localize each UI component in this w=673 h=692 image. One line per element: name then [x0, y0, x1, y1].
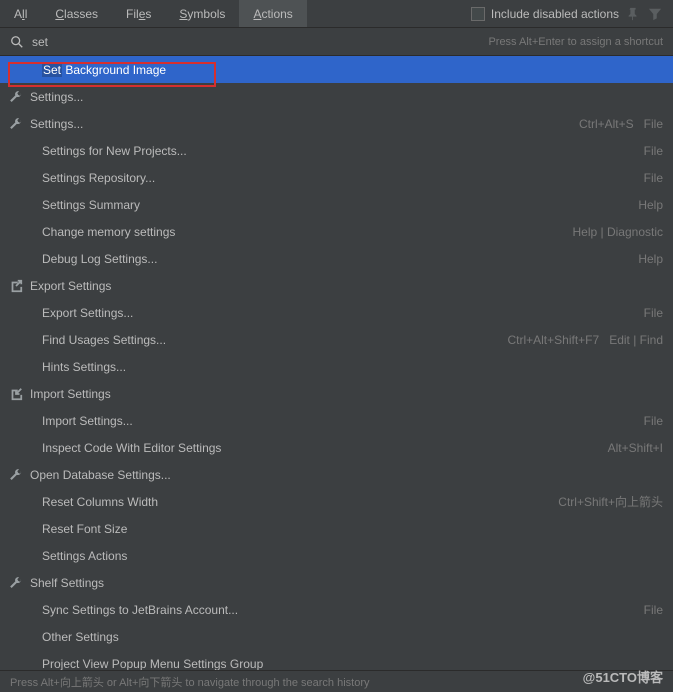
result-item[interactable]: Other Settings: [0, 623, 673, 650]
result-item[interactable]: Hints Settings...: [0, 353, 673, 380]
result-label: Project View Popup Menu Settings Group: [42, 657, 663, 671]
result-context: Help | Diagnostic: [563, 225, 664, 239]
tab-files[interactable]: Files: [112, 0, 165, 27]
result-label: Export Settings: [30, 279, 663, 293]
result-item[interactable]: Settings for New Projects...File: [0, 137, 673, 164]
result-item[interactable]: Find Usages Settings... Ctrl+Alt+Shift+F7…: [0, 326, 673, 353]
tab-classes[interactable]: Classes: [41, 0, 112, 27]
include-disabled-checkbox[interactable]: [471, 7, 485, 21]
result-context: Help: [628, 198, 663, 212]
results-list: Set Background ImageSettings...Settings.…: [0, 56, 673, 677]
watermark: @51CTO博客: [583, 667, 663, 686]
none-icon: [20, 413, 36, 429]
result-label: Settings Actions: [42, 549, 663, 563]
result-context: File: [634, 117, 663, 131]
result-label: Debug Log Settings...: [42, 252, 628, 266]
wrench-icon: [8, 575, 24, 591]
result-context: File: [634, 171, 663, 185]
wrench-icon: [8, 467, 24, 483]
result-item[interactable]: Debug Log Settings...Help: [0, 245, 673, 272]
result-shortcut: Ctrl+Alt+Shift+F7: [507, 333, 599, 347]
result-item[interactable]: Reset Font Size: [0, 515, 673, 542]
result-shortcut: Ctrl+Shift+向上箭头: [558, 493, 663, 510]
footer-hint: Press Alt+向上箭头 or Alt+向下箭头 to navigate t…: [0, 670, 673, 692]
none-icon: [20, 62, 36, 78]
result-item[interactable]: Settings Repository...File: [0, 164, 673, 191]
none-icon: [20, 548, 36, 564]
result-item[interactable]: Change memory settingsHelp | Diagnostic: [0, 218, 673, 245]
result-label: Sync Settings to JetBrains Account...: [42, 603, 634, 617]
result-item[interactable]: Shelf Settings: [0, 569, 673, 596]
tab-all[interactable]: All: [0, 0, 41, 27]
none-icon: [20, 251, 36, 267]
wrench-icon: [8, 89, 24, 105]
result-label: Find Usages Settings...: [42, 333, 501, 347]
result-label: Import Settings: [30, 387, 663, 401]
result-context: File: [634, 603, 663, 617]
search-icon: [10, 35, 24, 49]
result-context: Help: [628, 252, 663, 266]
wrench-icon: [8, 116, 24, 132]
none-icon: [20, 197, 36, 213]
search-input[interactable]: [32, 35, 488, 49]
none-icon: [20, 359, 36, 375]
tab-actions[interactable]: Actions: [239, 0, 306, 27]
none-icon: [20, 521, 36, 537]
filter-icon[interactable]: [647, 6, 663, 22]
none-icon: [20, 305, 36, 321]
search-row: Press Alt+Enter to assign a shortcut: [0, 28, 673, 56]
shortcut-hint: Press Alt+Enter to assign a shortcut: [488, 36, 663, 48]
none-icon: [20, 143, 36, 159]
result-label: Change memory settings: [42, 225, 563, 239]
none-icon: [20, 440, 36, 456]
tabs-bar: AllClassesFilesSymbolsActions Include di…: [0, 0, 673, 28]
none-icon: [20, 629, 36, 645]
result-label: Settings Summary: [42, 198, 628, 212]
none-icon: [20, 332, 36, 348]
result-item[interactable]: Settings... Ctrl+Alt+SFile: [0, 110, 673, 137]
result-item[interactable]: Settings Actions: [0, 542, 673, 569]
result-label: Settings for New Projects...: [42, 144, 634, 158]
result-item[interactable]: Set Background Image: [0, 56, 673, 83]
import-icon: [8, 386, 24, 402]
result-item[interactable]: Export Settings...File: [0, 299, 673, 326]
result-shortcut: Alt+Shift+I: [608, 441, 663, 455]
result-label: Open Database Settings...: [30, 468, 663, 482]
result-label: Inspect Code With Editor Settings: [42, 441, 602, 455]
result-item[interactable]: Reset Columns Width Ctrl+Shift+向上箭头: [0, 488, 673, 515]
result-context: File: [634, 144, 663, 158]
result-label: Settings Repository...: [42, 171, 634, 185]
result-label: Reset Font Size: [42, 522, 663, 536]
include-disabled-label: Include disabled actions: [491, 7, 619, 21]
result-context: File: [634, 414, 663, 428]
result-shortcut: Ctrl+Alt+S: [579, 117, 634, 131]
result-label: Settings...: [30, 90, 663, 104]
result-label: Reset Columns Width: [42, 495, 552, 509]
result-label: Import Settings...: [42, 414, 634, 428]
result-item[interactable]: Open Database Settings...: [0, 461, 673, 488]
result-item[interactable]: Settings SummaryHelp: [0, 191, 673, 218]
result-item[interactable]: Sync Settings to JetBrains Account...Fil…: [0, 596, 673, 623]
result-item[interactable]: Export Settings: [0, 272, 673, 299]
pin-icon[interactable]: [625, 6, 641, 22]
result-context: Edit | Find: [599, 333, 663, 347]
result-label: Hints Settings...: [42, 360, 663, 374]
result-label: Other Settings: [42, 630, 663, 644]
footer-text: Press Alt+向上箭头 or Alt+向下箭头 to navigate t…: [10, 674, 370, 690]
result-item[interactable]: Import Settings: [0, 380, 673, 407]
none-icon: [20, 224, 36, 240]
none-icon: [20, 602, 36, 618]
export-icon: [8, 278, 24, 294]
none-icon: [20, 170, 36, 186]
result-label: Settings...: [30, 117, 573, 131]
result-label: Set Background Image: [42, 63, 663, 77]
tab-symbols[interactable]: Symbols: [165, 0, 239, 27]
none-icon: [20, 494, 36, 510]
result-context: File: [634, 306, 663, 320]
result-item[interactable]: Settings...: [0, 83, 673, 110]
result-label: Export Settings...: [42, 306, 634, 320]
result-label: Shelf Settings: [30, 576, 663, 590]
result-item[interactable]: Import Settings...File: [0, 407, 673, 434]
result-item[interactable]: Inspect Code With Editor Settings Alt+Shi…: [0, 434, 673, 461]
